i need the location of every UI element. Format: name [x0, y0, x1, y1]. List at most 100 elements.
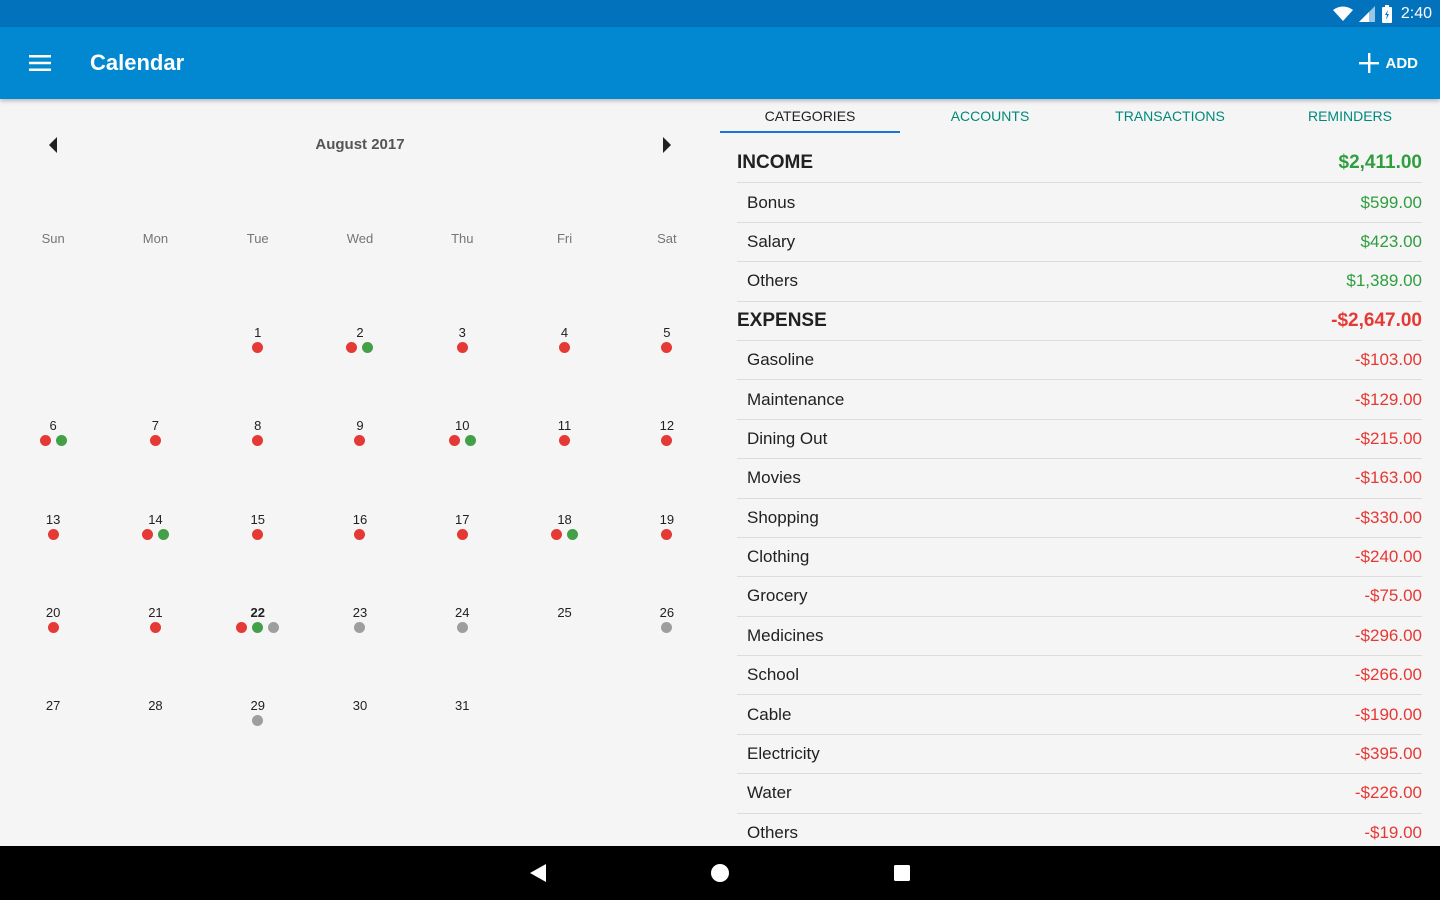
- pending-dot: [661, 621, 673, 633]
- calendar-day[interactable]: 28: [104, 692, 206, 785]
- home-button[interactable]: [704, 857, 736, 889]
- transaction-indicators: [104, 435, 206, 447]
- category-amount: -$75.00: [1364, 586, 1422, 606]
- expense-category-row[interactable]: Electricity -$395.00: [737, 735, 1422, 775]
- category-name: Movies: [747, 468, 801, 488]
- expense-category-row[interactable]: Medicines -$296.00: [737, 617, 1422, 657]
- calendar-day[interactable]: 25: [513, 599, 615, 692]
- expense-category-row[interactable]: School -$266.00: [737, 656, 1422, 696]
- expense-category-row[interactable]: Cable -$190.00: [737, 695, 1422, 735]
- recents-button[interactable]: [886, 857, 918, 889]
- calendar-day[interactable]: 31: [411, 692, 513, 785]
- expense-category-row[interactable]: Dining Out -$215.00: [737, 420, 1422, 460]
- calendar-week: 20 21 22 23 24 25 26: [2, 599, 718, 692]
- calendar-day[interactable]: 20: [2, 599, 104, 692]
- calendar-day[interactable]: 9: [309, 412, 411, 505]
- calendar-day[interactable]: 24: [411, 599, 513, 692]
- day-number: 26: [659, 604, 675, 620]
- income-category-row[interactable]: Bonus $599.00: [737, 183, 1422, 223]
- transaction-indicators: [207, 435, 309, 447]
- category-name: Electricity: [747, 744, 820, 764]
- transaction-indicators: [207, 715, 309, 727]
- category-name: Cable: [747, 704, 792, 724]
- income-category-row[interactable]: Others $1,389.00: [737, 262, 1422, 302]
- calendar-day[interactable]: 15: [207, 506, 309, 599]
- day-number: 11: [557, 418, 572, 434]
- calendar-day[interactable]: 1: [207, 319, 309, 412]
- calendar-week: 27 28 29 30 31: [2, 692, 718, 785]
- calendar-day[interactable]: 2: [309, 319, 411, 412]
- expense-category-row[interactable]: Grocery -$75.00: [737, 577, 1422, 617]
- income-dot: [464, 435, 476, 447]
- expense-category-row[interactable]: Shopping -$330.00: [737, 499, 1422, 538]
- next-month-button[interactable]: [651, 129, 683, 161]
- expense-category-row[interactable]: Others -$19.00: [737, 814, 1422, 846]
- transaction-indicators: [207, 528, 309, 540]
- expense-category-row[interactable]: Maintenance -$129.00: [737, 380, 1422, 420]
- expense-dot: [354, 528, 366, 540]
- month-label: August 2017: [315, 136, 405, 153]
- day-number: 14: [148, 511, 163, 527]
- tab-categories[interactable]: CATEGORIES: [720, 99, 900, 133]
- calendar-day[interactable]: 17: [411, 506, 513, 599]
- calendar-day[interactable]: 12: [616, 412, 718, 505]
- transaction-indicators: [309, 435, 411, 447]
- calendar-day[interactable]: 16: [309, 506, 411, 599]
- calendar-day[interactable]: 4: [513, 319, 615, 412]
- calendar-day[interactable]: 7: [104, 412, 206, 505]
- calendar-day[interactable]: 3: [411, 319, 513, 412]
- calendar-empty-cell: [2, 319, 104, 412]
- expense-header[interactable]: EXPENSE -$2,647.00: [737, 302, 1422, 341]
- income-category-row[interactable]: Salary $423.00: [737, 223, 1422, 263]
- tab-transactions[interactable]: TRANSACTIONS: [1080, 99, 1260, 133]
- expense-dot: [448, 435, 460, 447]
- transaction-indicators: [411, 342, 513, 353]
- income-header[interactable]: INCOME $2,411.00: [737, 144, 1422, 184]
- day-number: 31: [455, 698, 470, 714]
- menu-button[interactable]: [20, 43, 60, 83]
- back-button[interactable]: [522, 857, 554, 889]
- tab-accounts[interactable]: ACCOUNTS: [900, 99, 1080, 133]
- expense-category-row[interactable]: Clothing -$240.00: [737, 538, 1422, 578]
- calendar-day[interactable]: 22: [207, 599, 309, 692]
- calendar-day[interactable]: 23: [309, 599, 411, 692]
- status-bar: 2:40: [0, 0, 1440, 27]
- calendar-day[interactable]: 29: [207, 692, 309, 785]
- day-number: 21: [148, 604, 163, 620]
- day-number: 15: [250, 511, 265, 527]
- calendar-day[interactable]: 5: [616, 319, 718, 412]
- expense-category-row[interactable]: Movies -$163.00: [737, 459, 1422, 499]
- expense-dot: [559, 342, 571, 353]
- category-amount: $1,389.00: [1346, 271, 1422, 291]
- income-dot: [55, 435, 67, 447]
- calendar-day[interactable]: 8: [207, 412, 309, 505]
- category-amount: -$129.00: [1354, 389, 1422, 409]
- calendar-day[interactable]: 14: [104, 506, 206, 599]
- add-button[interactable]: ADD: [1350, 43, 1427, 83]
- calendar-day[interactable]: 13: [2, 506, 104, 599]
- calendar-day[interactable]: 11: [513, 412, 615, 505]
- expense-category-row[interactable]: Water -$226.00: [737, 774, 1422, 814]
- calendar-day[interactable]: 18: [513, 506, 615, 599]
- calendar-day[interactable]: 6: [2, 412, 104, 505]
- expense-dot: [559, 435, 571, 447]
- tab-reminders[interactable]: REMINDERS: [1260, 99, 1440, 133]
- calendar-day[interactable]: 19: [616, 506, 718, 599]
- weekday-wed: Wed: [346, 231, 374, 246]
- expense-category-row[interactable]: Gasoline -$103.00: [737, 341, 1422, 381]
- expense-dot: [141, 528, 153, 540]
- calendar-day[interactable]: 27: [2, 692, 104, 785]
- category-amount: -$395.00: [1354, 744, 1422, 764]
- category-name: Maintenance: [747, 389, 845, 409]
- transaction-indicators: [411, 435, 513, 447]
- transaction-indicators: [104, 528, 206, 540]
- calendar-week: 6 7 8 9 10 11 12: [2, 412, 718, 505]
- transaction-indicators: [207, 342, 309, 353]
- day-number: 22: [250, 604, 265, 620]
- calendar-day[interactable]: 10: [411, 412, 513, 505]
- calendar-day[interactable]: 30: [309, 692, 411, 785]
- calendar-day[interactable]: 26: [616, 599, 718, 692]
- transaction-indicators: [616, 435, 718, 447]
- calendar-day[interactable]: 21: [104, 599, 206, 692]
- expense-dot: [346, 342, 358, 353]
